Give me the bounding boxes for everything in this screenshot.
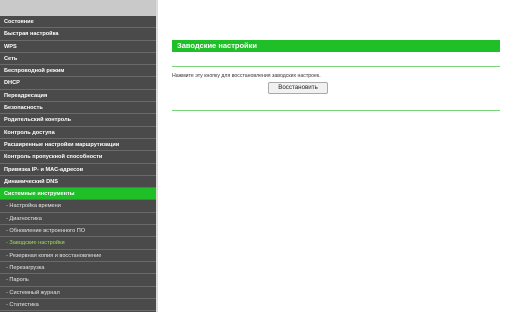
sidebar-item-network[interactable]: Сеть (0, 53, 156, 66)
divider-bottom (172, 110, 500, 111)
restore-button[interactable]: Восстановить (268, 82, 328, 94)
sidebar-subitem-time-settings[interactable]: - Настройка времени (0, 200, 156, 213)
page-title: Заводские настройки (172, 40, 500, 52)
sidebar-item-wps[interactable]: WPS (0, 41, 156, 53)
instruction-text: Нажмите эту кнопку для восстановления за… (172, 73, 321, 79)
sidebar-subitem-firmware-upgrade[interactable]: - Обновление встроенного ПО (0, 225, 156, 238)
sidebar-item-status[interactable]: Состояние (0, 16, 156, 29)
sidebar-item-wireless[interactable]: Беспроводной режим (0, 65, 156, 78)
sidebar-item-access-control[interactable]: Контроль доступа (0, 127, 156, 139)
sidebar-subitem-reboot[interactable]: - Перезагрузка (0, 262, 156, 275)
sidebar-item-advanced-routing[interactable]: Расширенные настройки маршрутизации (0, 139, 156, 152)
sidebar-subitem-system-log[interactable]: - Системный журнал (0, 287, 156, 299)
sidebar-subitem-statistics[interactable]: - Статистика (0, 299, 156, 312)
sidebar-item-system-tools[interactable]: Системные инструменты (0, 188, 156, 201)
main-content: Заводские настройки Нажмите эту кнопку д… (158, 16, 508, 312)
sidebar-subitem-backup-restore[interactable]: - Резервная копия и восстановление (0, 250, 156, 262)
sidebar-item-quick-setup[interactable]: Быстрая настройка (0, 28, 156, 41)
sidebar-subitem-diagnostics[interactable]: - Диагностика (0, 213, 156, 226)
sidebar-item-forwarding[interactable]: Переадресация (0, 90, 156, 103)
sidebar-item-dhcp[interactable]: DHCP (0, 77, 156, 90)
sidebar-subitem-factory-defaults[interactable]: - Заводские настройки (0, 237, 156, 250)
sidebar-item-security[interactable]: Безопасность (0, 102, 156, 115)
sidebar-item-parental-control[interactable]: Родительский контроль (0, 114, 156, 127)
sidebar-menu: Состояние Быстрая настройка WPS Сеть Бес… (0, 16, 156, 312)
sidebar-item-dynamic-dns[interactable]: Динамический DNS (0, 176, 156, 189)
divider-top (172, 66, 500, 67)
sidebar-subitem-password[interactable]: - Пароль (0, 274, 156, 287)
top-bar-left (0, 0, 156, 16)
top-bar (0, 0, 508, 16)
sidebar-item-bandwidth-control[interactable]: Контроль пропускной способности (0, 151, 156, 164)
sidebar-item-ip-mac-binding[interactable]: Привязка IP- и MAC-адресов (0, 164, 156, 176)
